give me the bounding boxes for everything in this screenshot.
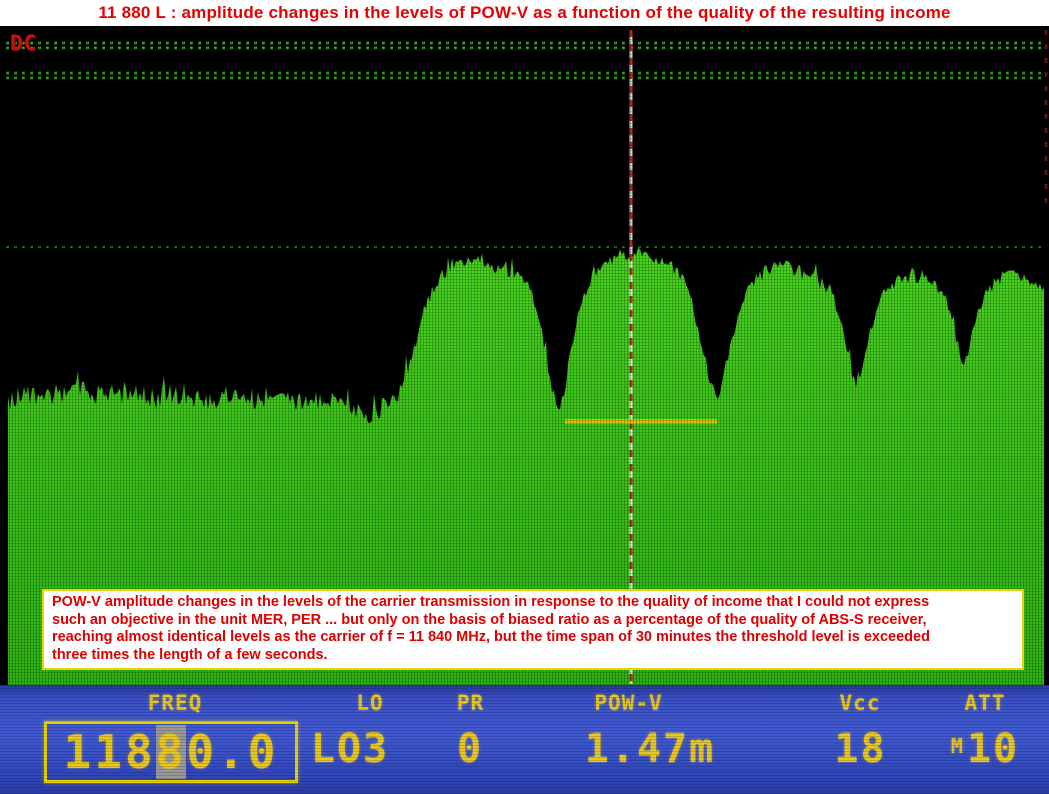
annotation-line: POW-V amplitude changes in the levels of… bbox=[52, 594, 1014, 612]
spectrum-screen: DC bbox=[0, 26, 1049, 685]
vcc-value: 18 bbox=[818, 726, 903, 772]
annotation-line: reaching almost identical levels as the … bbox=[52, 629, 1014, 647]
att-label: ATT bbox=[940, 691, 1030, 715]
title-bar: 11 880 L : amplitude changes in the leve… bbox=[0, 0, 1049, 26]
dc-indicator: DC bbox=[10, 31, 37, 55]
freq-value-box[interactable]: 11880.0 bbox=[44, 721, 298, 783]
lo-label: LO bbox=[325, 691, 415, 715]
waveform-plot bbox=[0, 26, 1049, 685]
att-prefix: M bbox=[951, 734, 965, 758]
annotation-line: three times the length of a few seconds. bbox=[52, 647, 1014, 665]
att-value: M10 bbox=[930, 726, 1040, 772]
att-number: 10 bbox=[967, 726, 1019, 772]
page-title: 11 880 L : amplitude changes in the leve… bbox=[98, 3, 950, 23]
lo-value: LO3 bbox=[295, 726, 405, 772]
status-bar: FREQ LO PR POW-V Vcc ATT 11880.0 LO3 0 1… bbox=[0, 685, 1049, 794]
freq-label: FREQ bbox=[110, 691, 240, 715]
annotation-line: such an objective in the unit MER, PER .… bbox=[52, 612, 1014, 630]
freq-value: 11880.0 bbox=[64, 725, 279, 779]
graticule-dotted-lines bbox=[6, 43, 1044, 247]
annotation-box: POW-V amplitude changes in the levels of… bbox=[42, 589, 1024, 670]
powv-value: 1.47m bbox=[565, 726, 735, 772]
analyzer-screenshot: 11 880 L : amplitude changes in the leve… bbox=[0, 0, 1049, 794]
vcc-label: Vcc bbox=[815, 691, 905, 715]
threshold-marker bbox=[565, 419, 717, 424]
pr-label: PR bbox=[428, 691, 513, 715]
powv-label: POW-V bbox=[556, 691, 701, 715]
pr-value: 0 bbox=[430, 726, 510, 772]
